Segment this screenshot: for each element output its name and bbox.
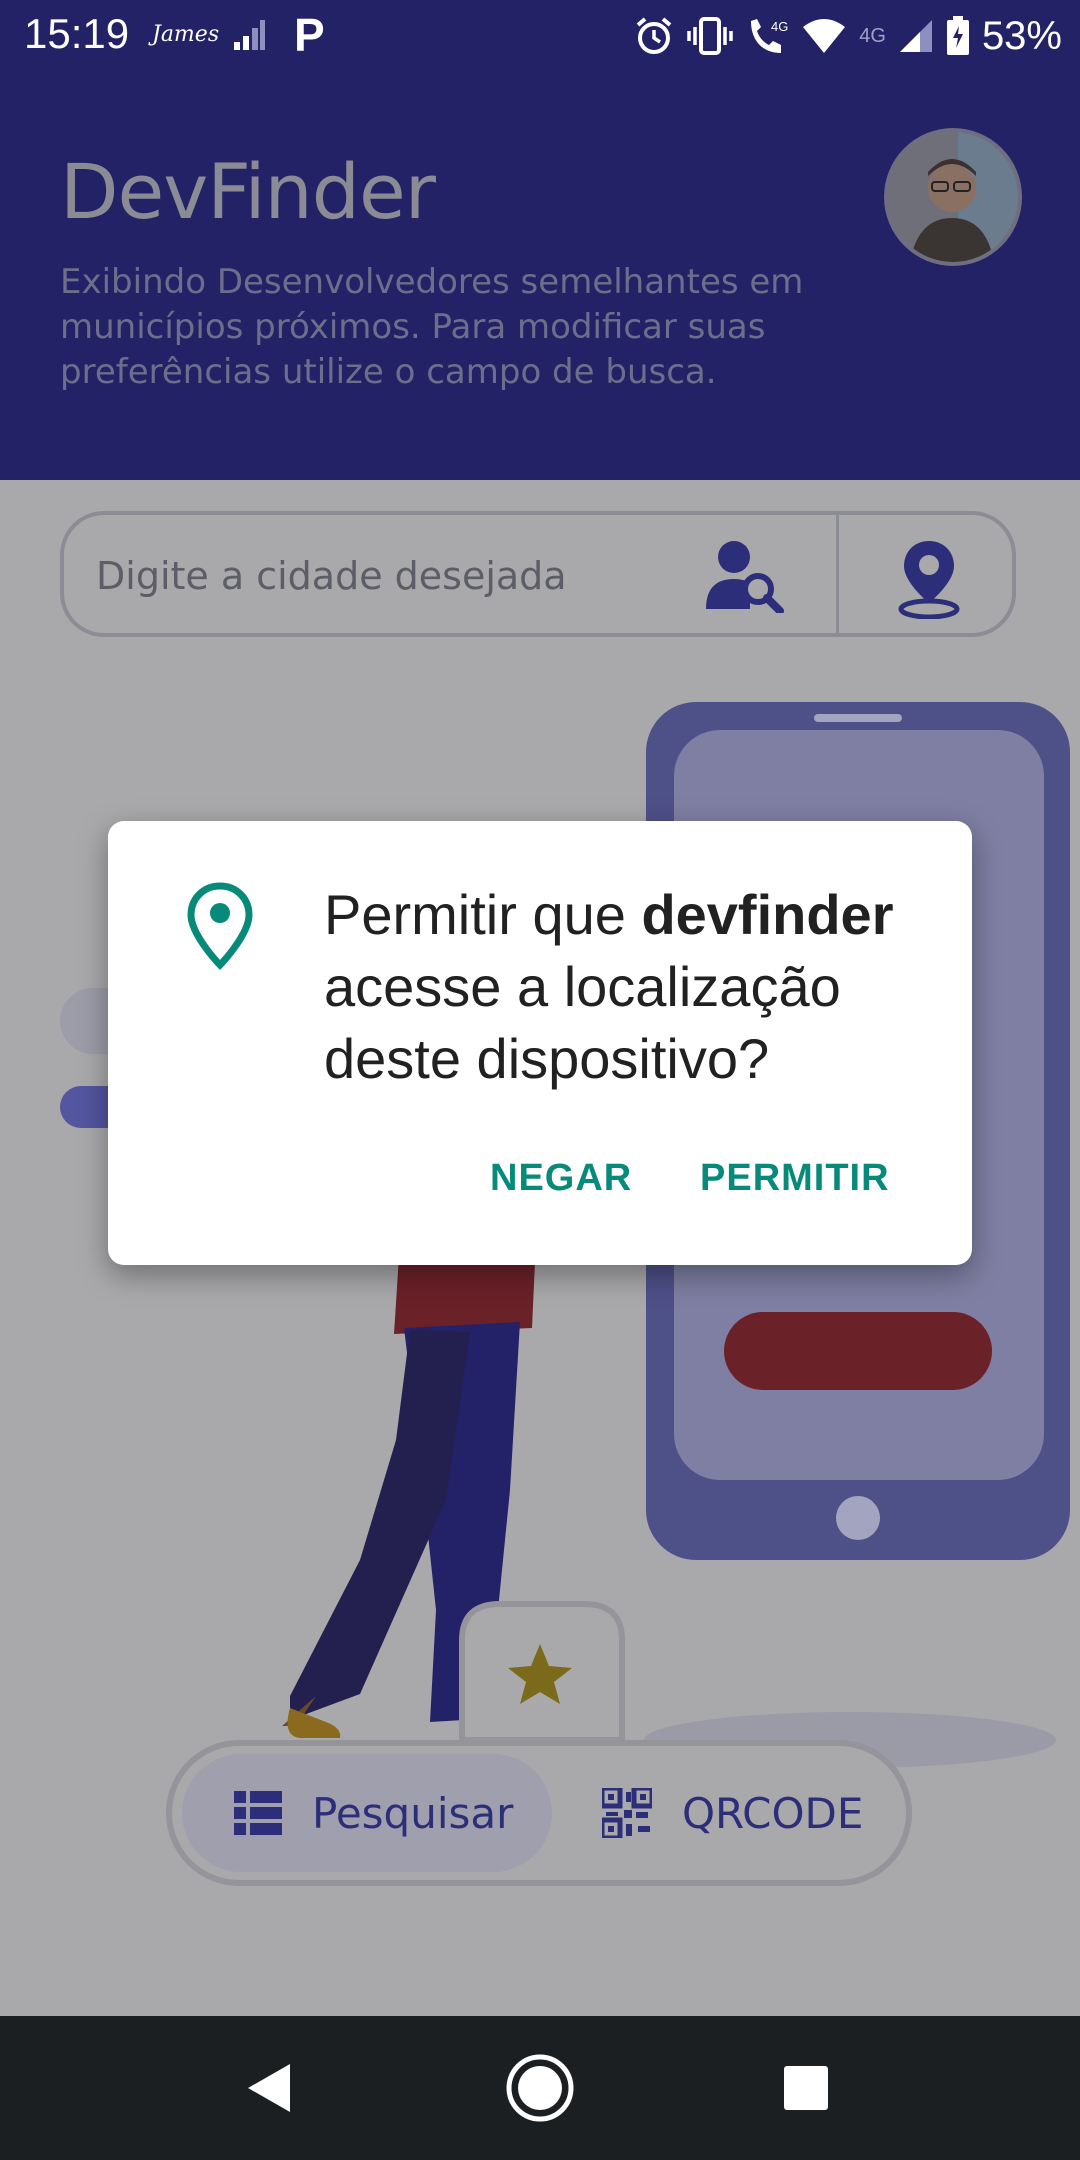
city-search-bar [60,511,1016,637]
deny-button[interactable]: NEGAR [490,1157,632,1200]
tab-pesquisar[interactable]: Pesquisar [182,1754,552,1872]
qrcode-icon [602,1788,652,1838]
search-divider [836,515,839,633]
tab-pesquisar-label: Pesquisar [312,1788,514,1838]
location-pin-icon[interactable] [896,537,962,619]
dialog-message: Permitir que devfinder acesse a localiza… [324,879,964,1095]
rating-card-illustration [459,1601,625,1743]
location-pin-icon [187,882,253,971]
dialog-message-suffix: acesse a localização deste dispositivo? [324,955,841,1090]
dialog-app-name: devfinder [641,883,894,946]
list-icon [234,1791,282,1835]
allow-button[interactable]: PERMITIR [700,1157,890,1200]
bottom-tab-bar: Pesquisar QRCODE [166,1740,912,1886]
home-icon[interactable] [504,2052,576,2124]
tab-qrcode-label: QRCODE [682,1788,864,1838]
user-search-icon[interactable] [704,539,788,613]
dialog-message-prefix: Permitir que [324,883,642,946]
tab-qrcode[interactable]: QRCODE [602,1754,902,1872]
recents-icon[interactable] [782,2064,830,2112]
system-nav-bar [0,2016,1080,2160]
back-icon[interactable] [244,2060,294,2116]
location-permission-dialog: Permitir que devfinder acesse a localiza… [108,821,972,1265]
search-input[interactable] [94,545,658,607]
